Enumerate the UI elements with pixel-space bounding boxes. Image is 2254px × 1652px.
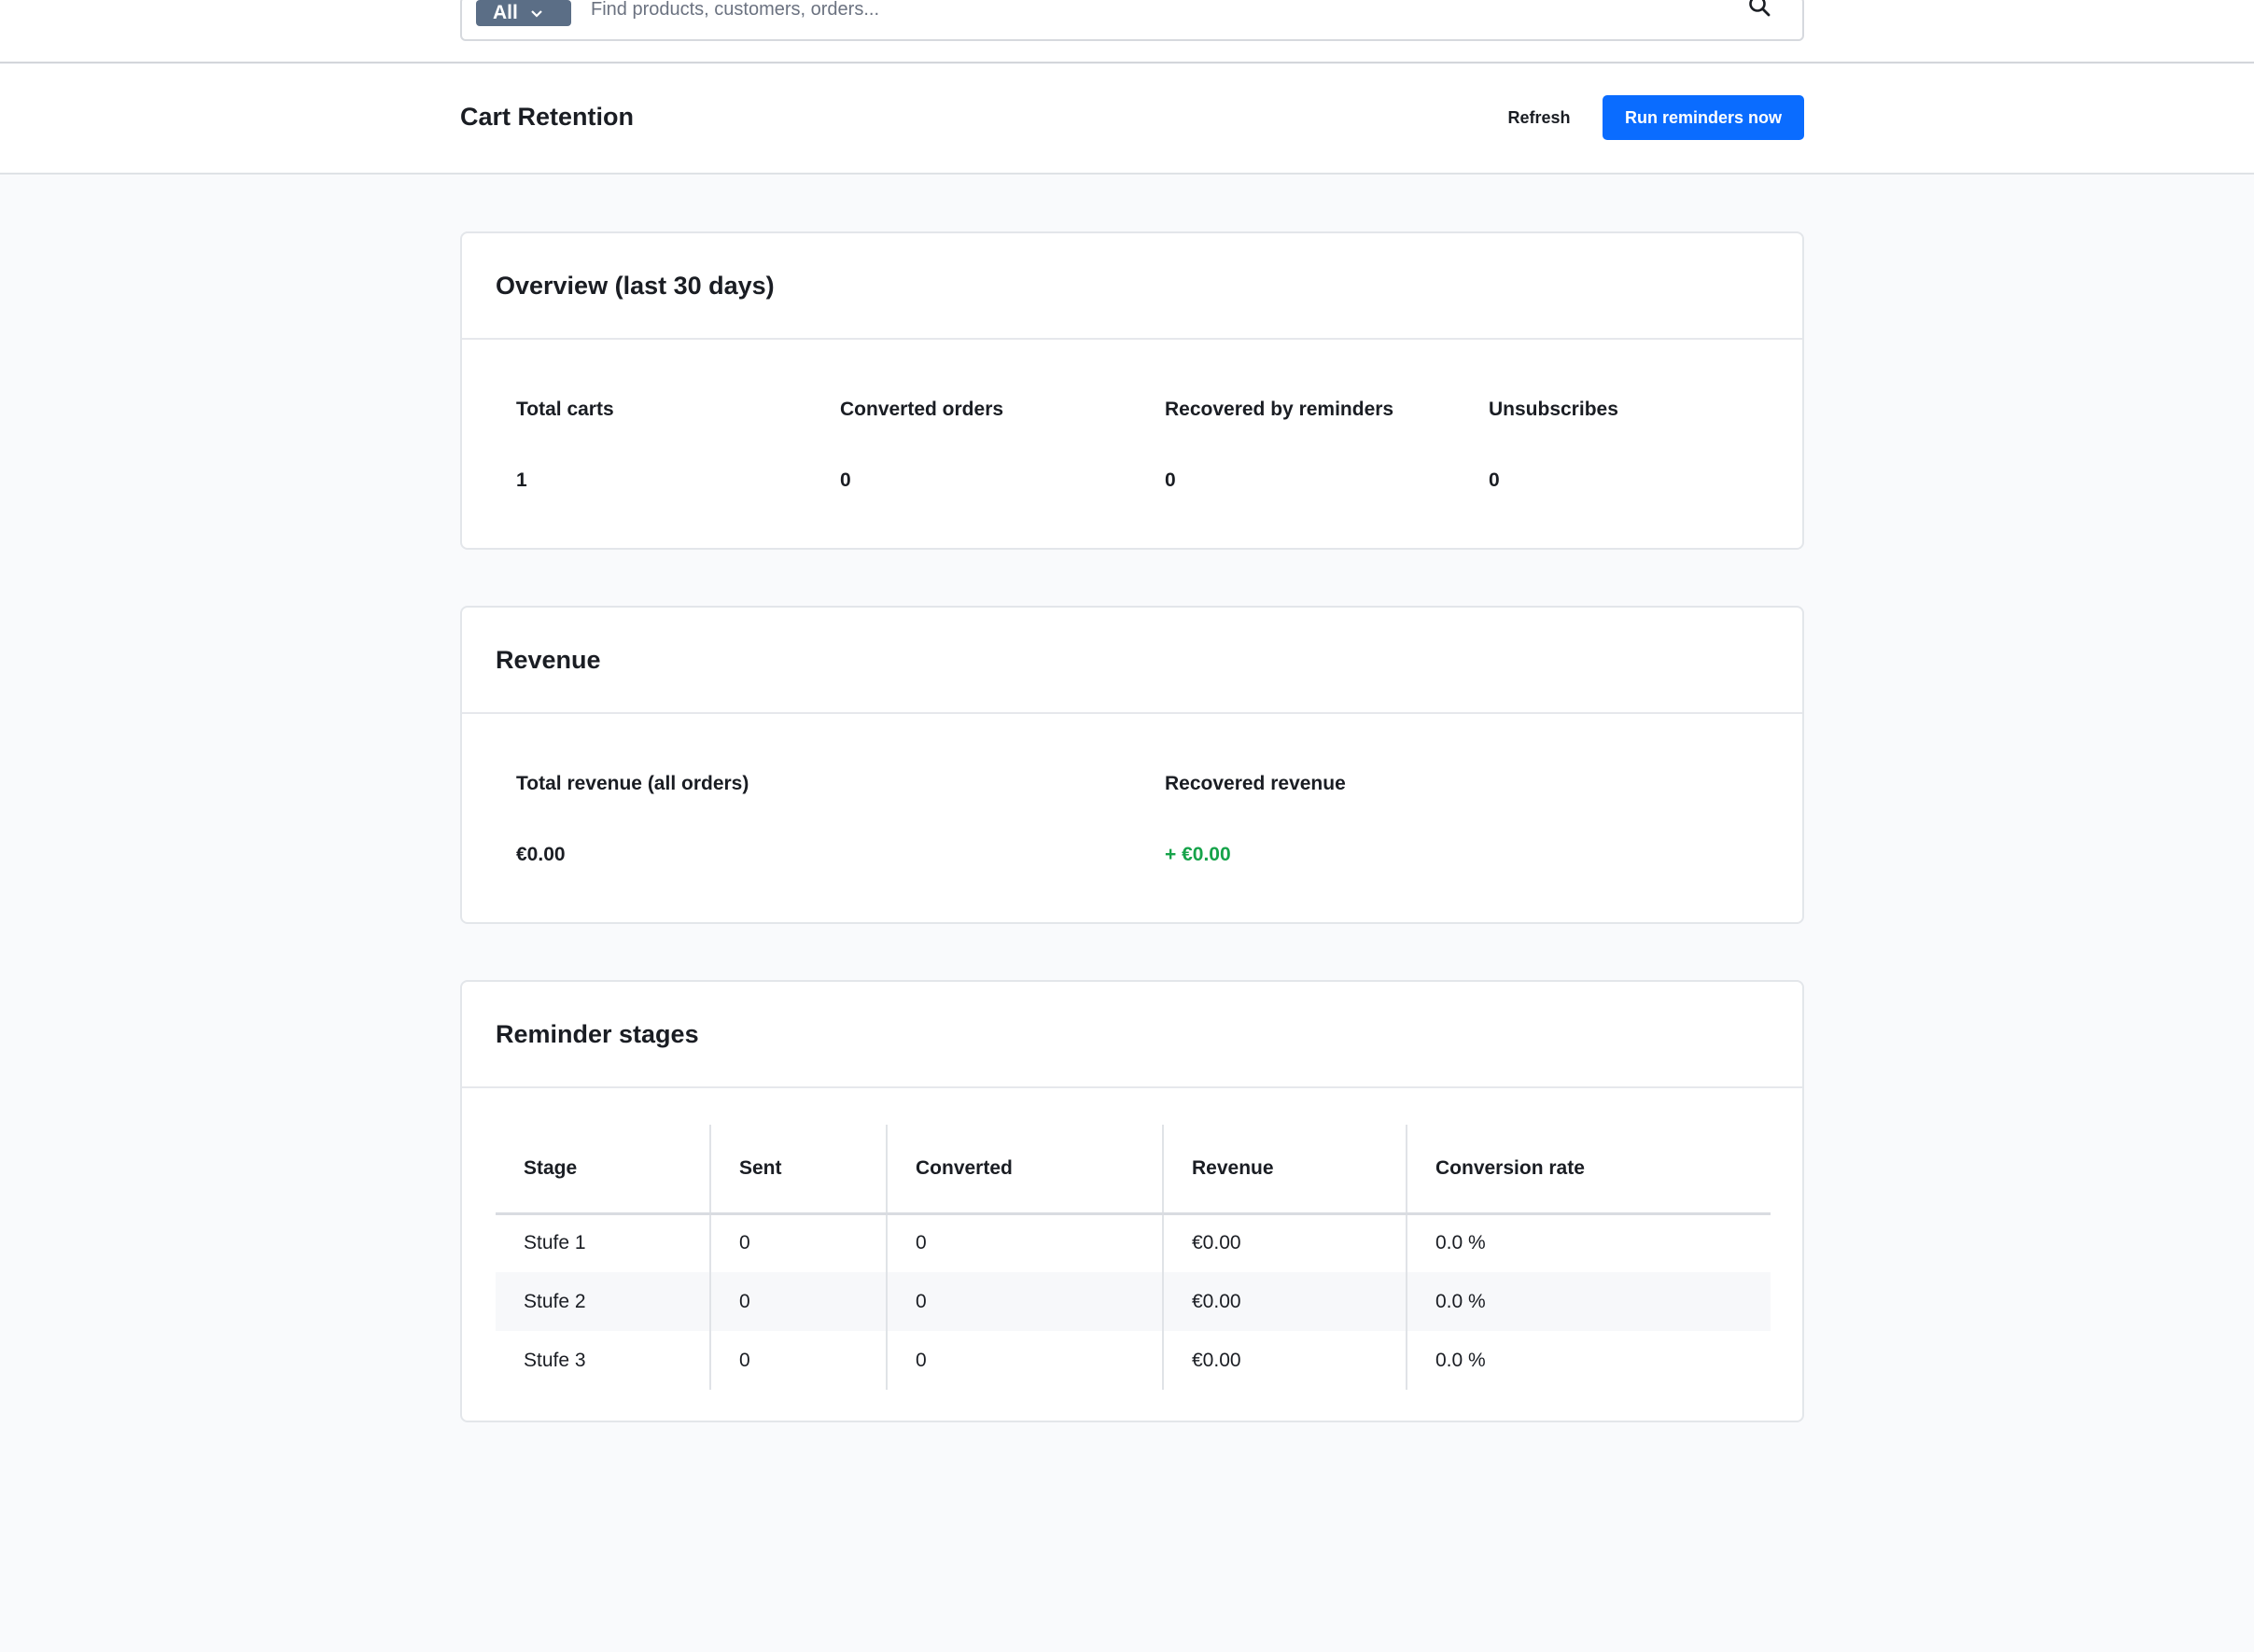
column-header-revenue: Revenue xyxy=(1162,1125,1407,1215)
stat-value: 0 xyxy=(1165,469,1176,491)
stat-recovered-revenue: Recovered revenue + €0.00 xyxy=(1165,773,1346,865)
top-search-bar: All xyxy=(0,0,2254,63)
overview-card-header: Overview (last 30 days) xyxy=(462,233,1802,340)
stat-value: + €0.00 xyxy=(1165,844,1231,865)
revenue-card: Revenue Total revenue (all orders) €0.00… xyxy=(460,606,1804,924)
reminder-stages-card-header: Reminder stages xyxy=(462,982,1802,1088)
revenue-card-header: Revenue xyxy=(462,608,1802,714)
page-header: Cart Retention Refresh Run reminders now xyxy=(0,64,2254,175)
stat-total-carts: Total carts 1 xyxy=(516,399,614,491)
chevron-down-icon xyxy=(531,6,542,21)
table-row: Stufe 2 0 0 €0.00 0.0 % xyxy=(496,1272,1771,1331)
stat-value: 0 xyxy=(1489,469,1500,491)
cell-sent: 0 xyxy=(709,1272,887,1331)
cell-sent: 0 xyxy=(709,1331,887,1390)
reminder-stages-title: Reminder stages xyxy=(496,1019,699,1048)
search-scope-label: All xyxy=(493,2,518,23)
column-header-conversion-rate: Conversion rate xyxy=(1406,1125,1771,1215)
cell-conversion-rate: 0.0 % xyxy=(1406,1213,1771,1272)
stat-label: Recovered by reminders xyxy=(1165,399,1394,420)
overview-title: Overview (last 30 days) xyxy=(496,271,775,300)
overview-card: Overview (last 30 days) Total carts 1 Co… xyxy=(460,231,1804,550)
column-header-converted: Converted xyxy=(886,1125,1163,1215)
cell-stage: Stufe 3 xyxy=(524,1349,586,1371)
table-row: Stufe 3 0 0 €0.00 0.0 % xyxy=(496,1331,1771,1390)
search-icon[interactable] xyxy=(1746,0,1774,21)
refresh-button[interactable]: Refresh xyxy=(1490,95,1589,140)
cell-conversion-rate: 0.0 % xyxy=(1406,1331,1771,1390)
stat-unsubscribes: Unsubscribes 0 xyxy=(1489,399,1618,491)
search-input[interactable] xyxy=(591,0,1711,21)
table-row: Stufe 1 0 0 €0.00 0.0 % xyxy=(496,1213,1771,1272)
stat-label: Recovered revenue xyxy=(1165,773,1346,794)
table-header-row: Stage Sent Converted Revenue Conversion … xyxy=(496,1125,1771,1215)
stat-value: €0.00 xyxy=(516,844,566,865)
run-reminders-button[interactable]: Run reminders now xyxy=(1603,95,1804,140)
cell-converted: 0 xyxy=(886,1272,1163,1331)
cell-converted: 0 xyxy=(886,1331,1163,1390)
cell-stage: Stufe 1 xyxy=(524,1232,586,1254)
stat-value: 1 xyxy=(516,469,527,491)
cell-revenue: €0.00 xyxy=(1162,1272,1407,1331)
stat-label: Total revenue (all orders) xyxy=(516,773,749,794)
stat-converted-orders: Converted orders 0 xyxy=(840,399,1004,491)
cell-revenue: €0.00 xyxy=(1162,1331,1407,1390)
stat-value: 0 xyxy=(840,469,851,491)
cell-sent: 0 xyxy=(709,1213,887,1272)
column-header-sent: Sent xyxy=(709,1125,887,1215)
page-title: Cart Retention xyxy=(460,103,635,131)
stat-label: Unsubscribes xyxy=(1489,399,1618,420)
column-header-stage: Stage xyxy=(496,1125,710,1215)
stat-recovered-by-reminders: Recovered by reminders 0 xyxy=(1165,399,1394,491)
reminder-stages-table: Stage Sent Converted Revenue Conversion … xyxy=(496,1125,1771,1390)
reminder-stages-card: Reminder stages Stage Sent Converted Rev… xyxy=(460,980,1804,1422)
cell-revenue: €0.00 xyxy=(1162,1213,1407,1272)
stat-total-revenue: Total revenue (all orders) €0.00 xyxy=(516,773,749,865)
cell-converted: 0 xyxy=(886,1213,1163,1272)
revenue-title: Revenue xyxy=(496,645,601,674)
global-search: All xyxy=(460,0,1804,41)
search-scope-dropdown[interactable]: All xyxy=(476,0,571,26)
cell-stage: Stufe 2 xyxy=(496,1272,710,1331)
cell-conversion-rate: 0.0 % xyxy=(1406,1272,1771,1331)
stat-label: Total carts xyxy=(516,399,614,420)
stat-label: Converted orders xyxy=(840,399,1004,420)
